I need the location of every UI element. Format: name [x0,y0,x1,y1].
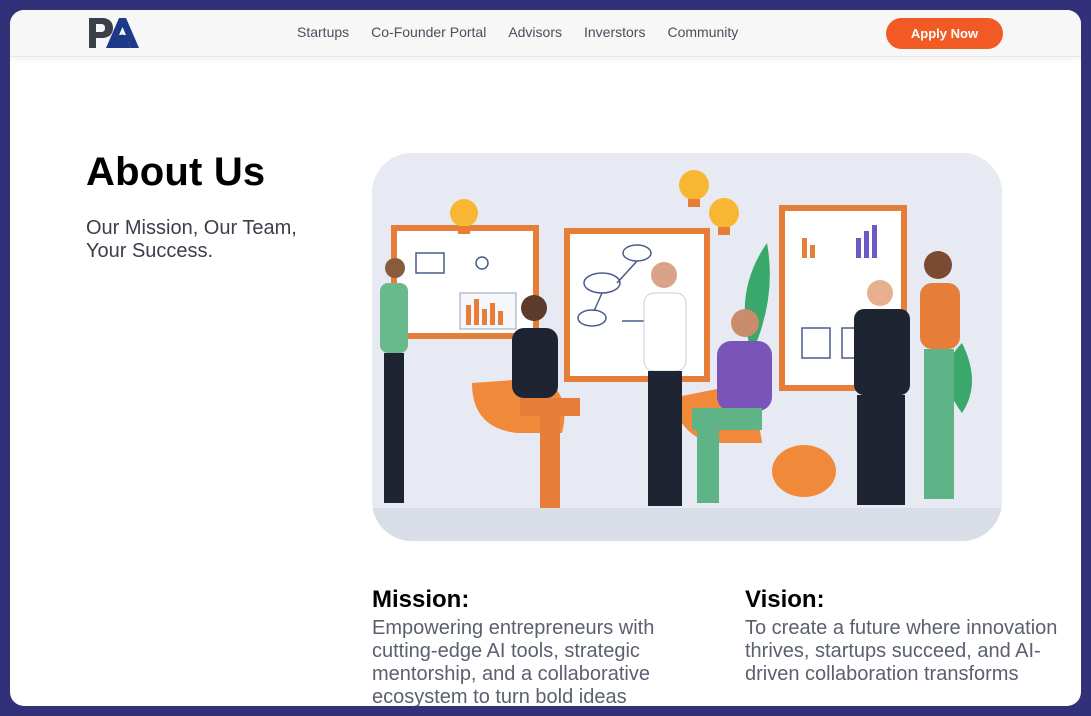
app-window: Startups Co-Founder Portal Advisors Inve… [10,10,1081,706]
mission-text: Empowering entrepreneurs with cutting-ed… [372,617,655,706]
apply-now-button[interactable]: Apply Now [886,18,1003,49]
nav-community[interactable]: Community [667,24,738,40]
vision-text: To create a future where innovation thri… [745,617,1058,685]
nav-inverstors[interactable]: Inverstors [584,24,645,40]
vision-section: Vision: To create a future where innovat… [745,586,1073,686]
vision-heading: Vision: [745,586,825,613]
top-navigation-bar: Startups Co-Founder Portal Advisors Inve… [10,10,1081,57]
page-subtitle: Our Mission, Our Team, Your Success. [86,217,297,262]
nav-co-founder-portal[interactable]: Co-Founder Portal [371,24,486,40]
nav-advisors[interactable]: Advisors [508,24,562,40]
mission-heading: Mission: [372,586,470,613]
whiteboard-left [391,225,539,339]
logo[interactable] [87,16,141,50]
main-nav: Startups Co-Founder Portal Advisors Inve… [297,24,738,40]
mission-section: Mission: Empowering entrepreneurs with c… [372,586,700,706]
pa-logo-icon [89,18,139,48]
hero-illustration [372,153,1002,541]
team-collaboration-illustration [372,153,1002,541]
page-title: About Us [86,150,266,194]
nav-startups[interactable]: Startups [297,24,349,40]
